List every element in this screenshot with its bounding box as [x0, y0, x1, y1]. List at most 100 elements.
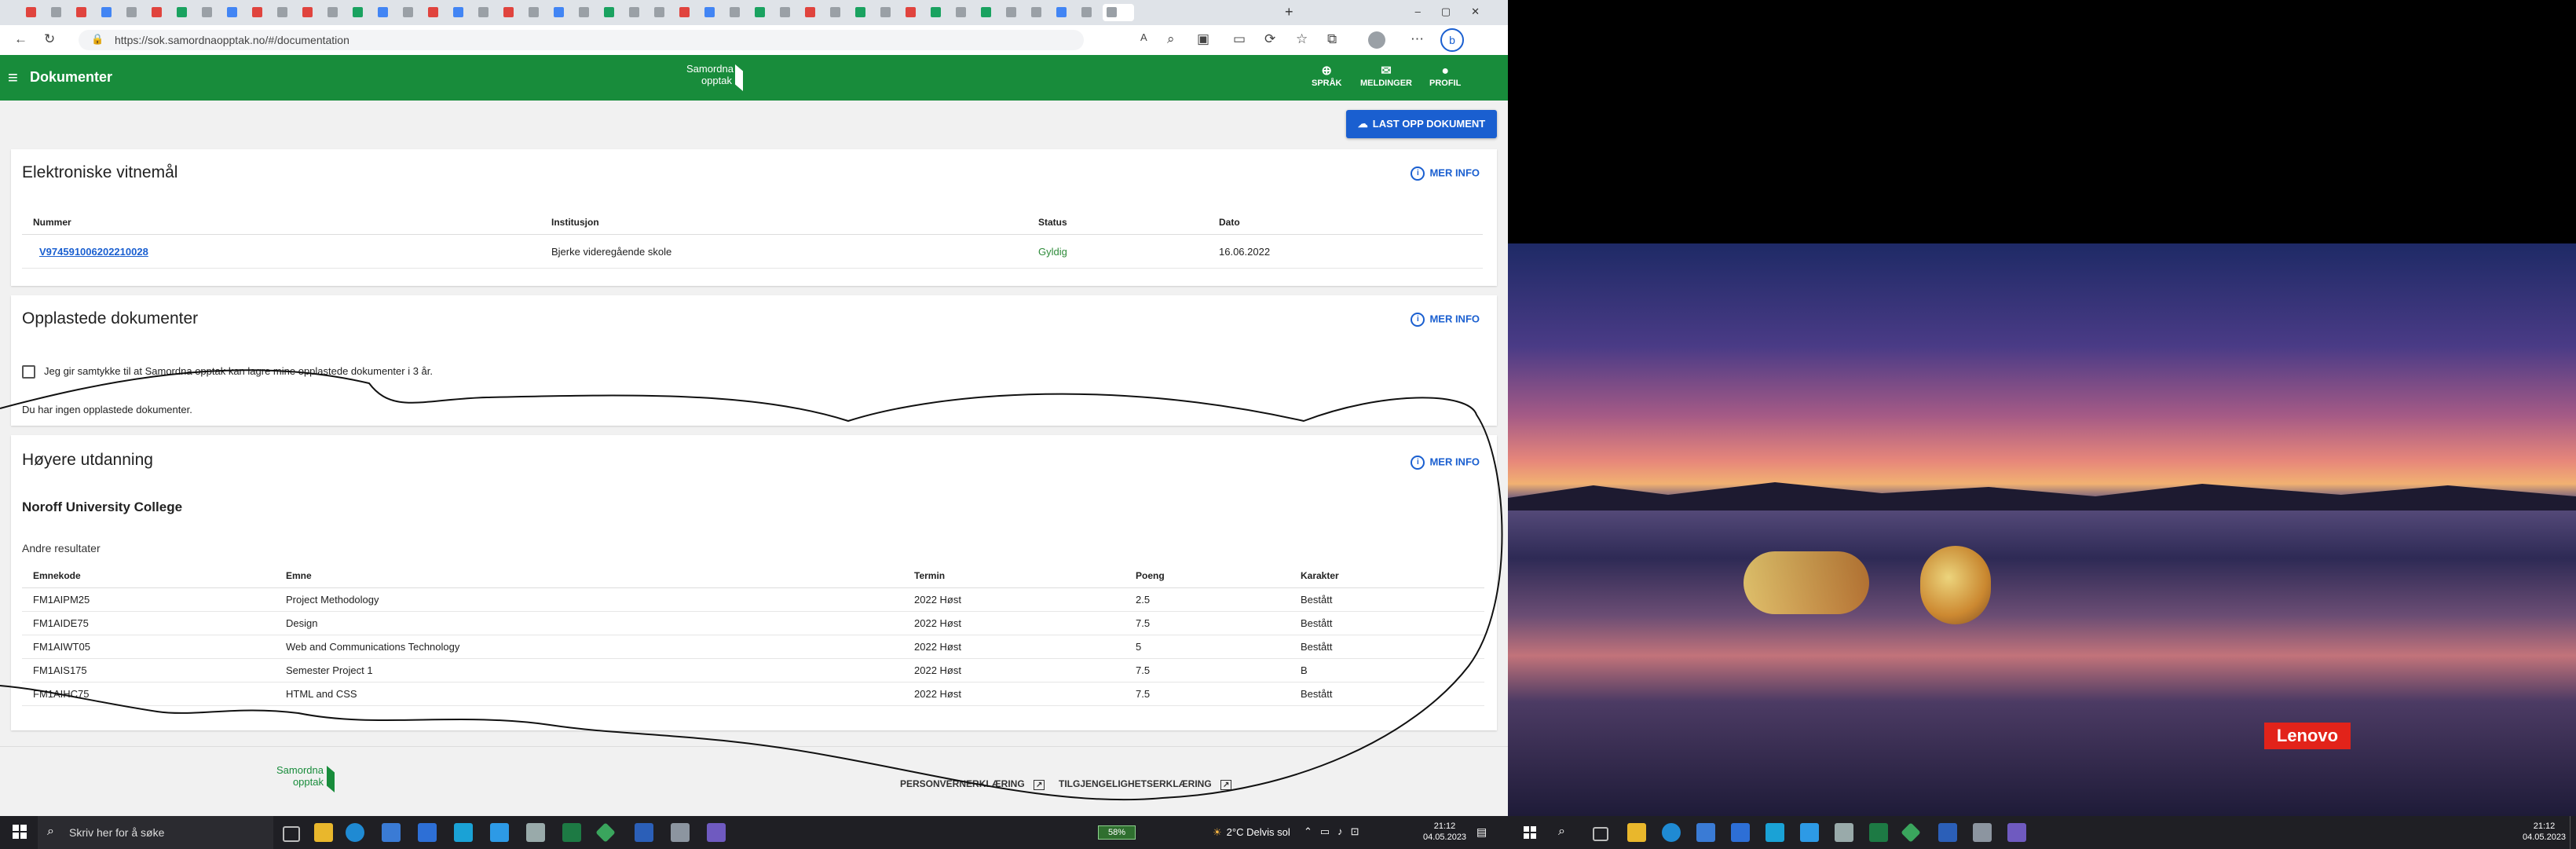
vitnemal-number-link[interactable]: V974591006202210028 [39, 246, 148, 258]
browser-tab[interactable] [675, 4, 699, 21]
messages-button[interactable]: ✉ MELDINGER [1360, 64, 1412, 88]
task-view-icon-2[interactable] [1593, 827, 1608, 841]
excel-icon-2[interactable] [1869, 823, 1888, 842]
app-icon-gray-2[interactable] [671, 823, 690, 842]
browser-tab[interactable] [525, 4, 548, 21]
collections-icon[interactable]: ⧉ [1327, 31, 1337, 47]
browser-tab[interactable] [726, 4, 749, 21]
teams-icon-2[interactable] [2007, 823, 2026, 842]
browser-tab[interactable] [374, 4, 397, 21]
browser-tab[interactable] [550, 4, 573, 21]
browser-tab[interactable] [198, 4, 221, 21]
browser-tab[interactable] [977, 4, 1001, 21]
more-icon[interactable]: ⋯ [1411, 31, 1424, 47]
hamburger-menu-icon[interactable]: ≡ [8, 68, 18, 88]
browser-tab[interactable] [324, 4, 347, 21]
browser-tab[interactable] [248, 4, 272, 21]
back-icon[interactable]: ← [14, 31, 27, 47]
browser-tab[interactable] [902, 4, 925, 21]
browser-tab[interactable] [600, 4, 624, 21]
app-icon[interactable]: ▣ [1197, 31, 1209, 47]
bing-icon[interactable]: b [1440, 28, 1464, 52]
file-explorer-icon[interactable] [314, 823, 333, 842]
word-icon-2[interactable] [1938, 823, 1957, 842]
browser-tab[interactable] [801, 4, 825, 21]
browser-tab[interactable] [650, 4, 674, 21]
start-button-2[interactable] [1524, 826, 1536, 839]
browser-tab[interactable] [399, 4, 423, 21]
samordna-logo[interactable]: Samordna opptak [686, 63, 749, 94]
app-icon-gray[interactable] [526, 823, 545, 842]
lync-icon-2[interactable] [1766, 823, 1784, 842]
browser-tab[interactable] [776, 4, 800, 21]
gitkraken-icon-2[interactable] [1901, 822, 1921, 843]
system-tray-icons[interactable]: ⌃▭♪⊡ [1304, 825, 1367, 838]
vscode-icon-2[interactable] [1800, 823, 1819, 842]
browser-tab[interactable] [927, 4, 950, 21]
battery-indicator[interactable]: 58% [1098, 825, 1136, 840]
upload-document-button[interactable]: ☁ LAST OPP DOKUMENT [1346, 110, 1497, 138]
search-icon-2[interactable]: ⌕ [1558, 825, 1565, 839]
address-bar[interactable]: 🔒 https://sok.samordnaopptak.no/#/docume… [79, 30, 1084, 50]
favorites-icon[interactable]: ☆ [1296, 31, 1308, 47]
notifications-icon[interactable]: ▤ [1476, 825, 1487, 839]
browser-tab[interactable] [298, 4, 322, 21]
taskbar-search-box[interactable]: ⌕ Skriv her for å søke [38, 816, 273, 849]
browser-tab[interactable] [751, 4, 774, 21]
app-icon-gray-4[interactable] [1973, 823, 1992, 842]
file-explorer-icon-2[interactable] [1627, 823, 1646, 842]
edge-icon[interactable] [346, 823, 364, 842]
vscode-icon[interactable] [490, 823, 509, 842]
mail-icon-2[interactable] [1731, 823, 1750, 842]
profile-button[interactable]: ● PROFIL [1429, 64, 1461, 88]
screenshot-icon[interactable]: ▭ [1233, 31, 1246, 47]
browser-tab[interactable] [575, 4, 598, 21]
browser-tab[interactable] [273, 4, 297, 21]
edge-icon-2[interactable] [1662, 823, 1681, 842]
new-tab-icon[interactable]: + [1285, 4, 1293, 20]
browser-tab[interactable] [1078, 4, 1101, 21]
teams-icon[interactable] [707, 823, 726, 842]
browser-tab[interactable] [1027, 4, 1051, 21]
show-desktop-strip[interactable] [2570, 816, 2575, 849]
app-icon-gray-3[interactable] [1835, 823, 1853, 842]
gitkraken-icon[interactable] [595, 822, 616, 843]
store-icon[interactable] [382, 823, 401, 842]
excel-icon[interactable] [562, 823, 581, 842]
word-icon[interactable] [635, 823, 653, 842]
language-button[interactable]: ⊕ SPRÅK [1312, 64, 1342, 88]
browser-tab[interactable] [851, 4, 875, 21]
start-button[interactable] [13, 825, 27, 839]
browser-tab[interactable] [625, 4, 649, 21]
weather-widget[interactable]: ☀ 2°C Delvis sol [1213, 826, 1290, 839]
browser-tab[interactable] [1052, 4, 1076, 21]
browser-tab[interactable] [148, 4, 171, 21]
store-icon-2[interactable] [1696, 823, 1715, 842]
browser-tab[interactable] [1002, 4, 1026, 21]
reload-tab-icon[interactable]: ⟳ [1264, 31, 1275, 47]
opplastede-more-info-link[interactable]: i MER INFO [1411, 313, 1480, 327]
browser-tab[interactable] [349, 4, 372, 21]
task-view-icon[interactable] [283, 826, 300, 842]
browser-tab[interactable] [97, 4, 121, 21]
vitnemal-more-info-link[interactable]: i MER INFO [1411, 167, 1480, 181]
browser-tab[interactable] [952, 4, 975, 21]
browser-tab[interactable] [223, 4, 247, 21]
browser-tab[interactable] [449, 4, 473, 21]
lync-icon[interactable] [454, 823, 473, 842]
browser-tab[interactable] [47, 4, 71, 21]
browser-tab[interactable] [424, 4, 448, 21]
mail-icon[interactable] [418, 823, 437, 842]
browser-tab[interactable] [876, 4, 900, 21]
profile-avatar-icon[interactable] [1368, 31, 1385, 49]
clock[interactable]: 21:12 04.05.2023 [1423, 821, 1466, 843]
browser-tab[interactable] [1103, 4, 1134, 21]
browser-tab[interactable] [474, 4, 498, 21]
browser-tab[interactable] [499, 4, 523, 21]
browser-tab[interactable] [72, 4, 96, 21]
browser-tab[interactable] [22, 4, 46, 21]
zoom-icon[interactable]: ⌕ [1167, 31, 1175, 47]
browser-tab[interactable] [173, 4, 196, 21]
reload-icon[interactable]: ↻ [44, 31, 55, 47]
browser-tab[interactable] [123, 4, 146, 21]
